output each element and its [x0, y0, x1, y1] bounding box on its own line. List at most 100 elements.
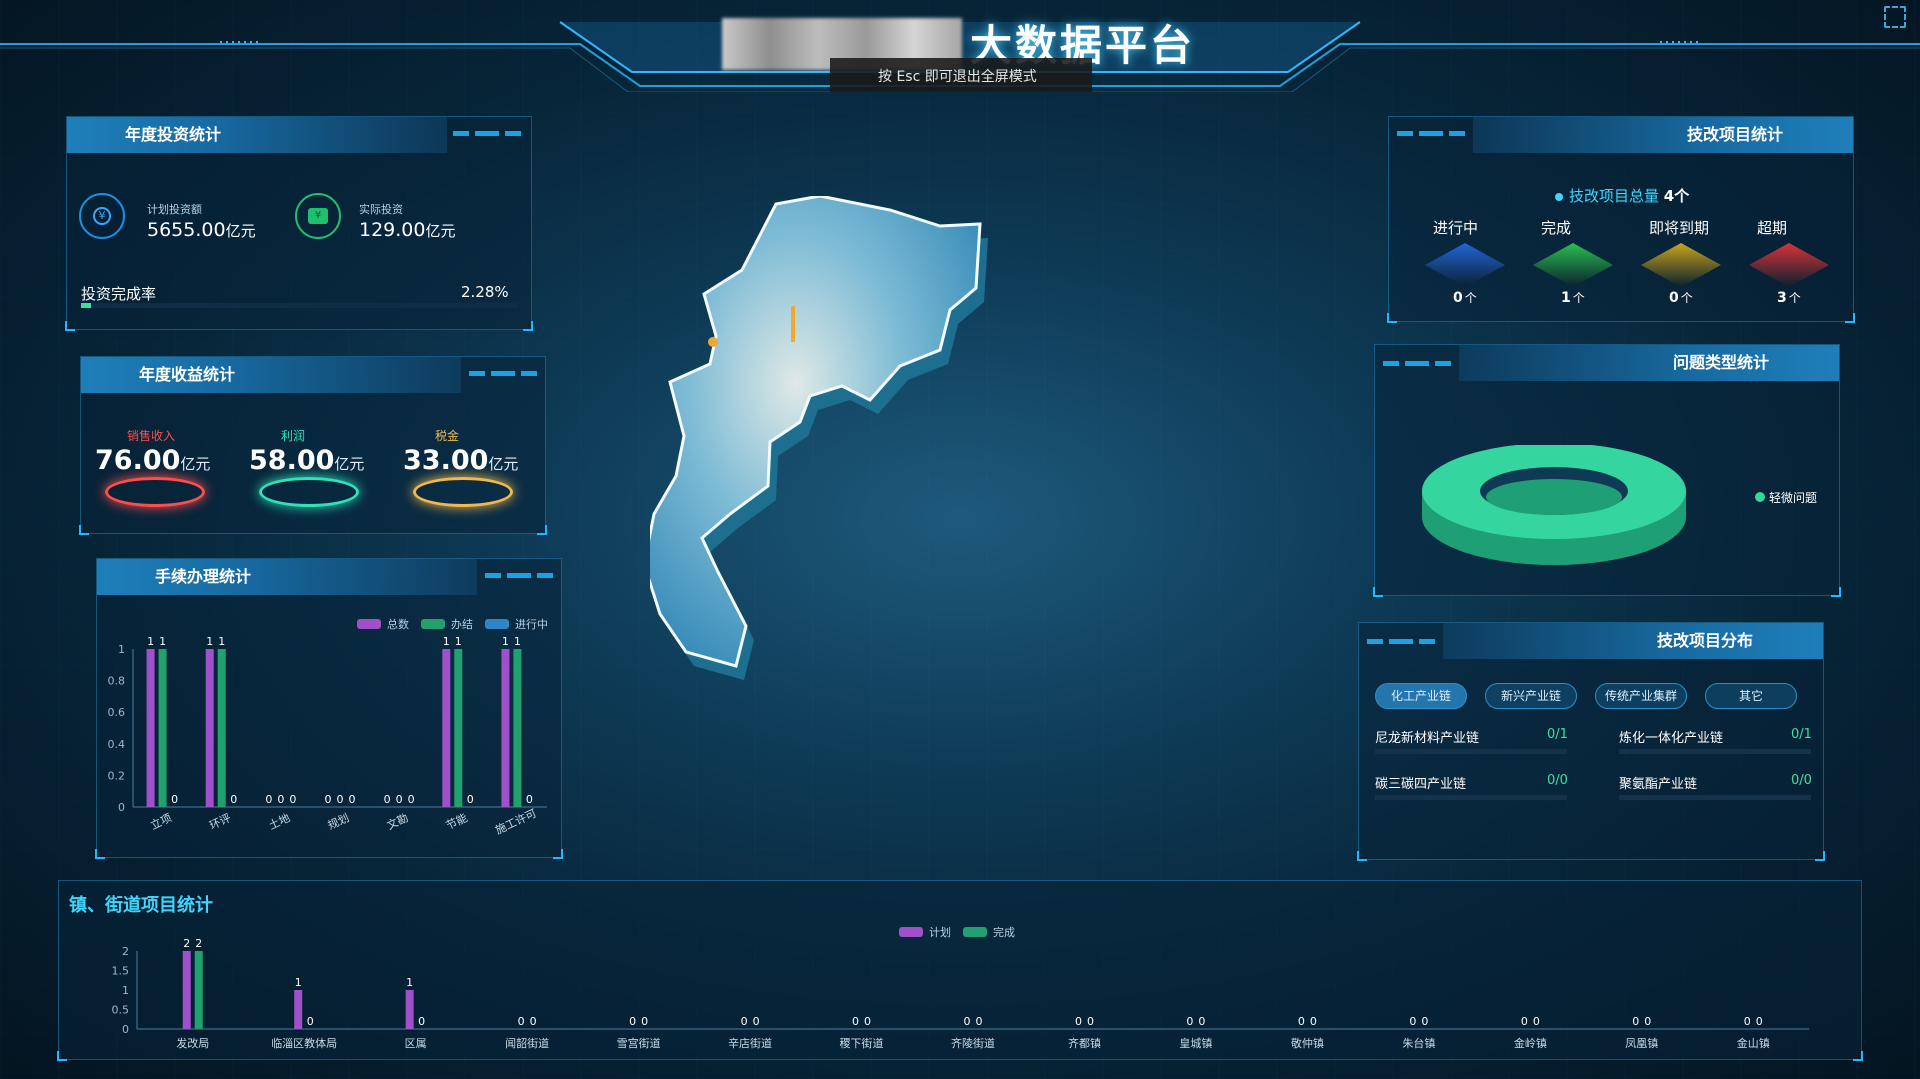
legend-swatch [357, 619, 381, 629]
map-shape [650, 196, 982, 668]
data-label: 0 [1075, 1015, 1082, 1028]
x-tick-label: 立项 [148, 810, 174, 832]
warning-icon [1641, 243, 1721, 287]
revenue-number: 76.00 [95, 445, 181, 476]
data-label: 0 [171, 793, 178, 806]
y-tick-label: 0.8 [108, 675, 126, 688]
status-count-0: 0个 [1453, 289, 1477, 306]
procedures-panel: 手续办理统计 0 0.2 0.4 0.6 0.8 1 立项 1 1 0 环评 1 1 0 土地 0 0 0 规划 0 0… [95, 558, 563, 859]
revenue-number: 33.00 [403, 445, 489, 476]
dist-item-track-0 [1375, 749, 1567, 754]
legend-label: 进行中 [515, 618, 548, 631]
problem-legend: 轻微问题 [1755, 489, 1817, 506]
revenue-value-1: 58.00亿元 [249, 445, 364, 476]
panel-title: 年度收益统计 [81, 357, 461, 393]
data-label: 0 [277, 793, 284, 806]
status-label-0: 进行中 [1433, 219, 1479, 237]
status-count-unit: 个 [1464, 291, 1477, 305]
tech-projects-panel: 技改项目统计 技改项目总量 4个 进行中 0 个完成 1 个即将到期 0 个超期 3 个 [1387, 116, 1855, 323]
fullscreen-tooltip: 按 Esc 即可退出全屏模式 [830, 58, 1092, 92]
dist-item-value-2: 0/0 [1547, 773, 1568, 788]
data-label: 0 [1186, 1015, 1193, 1028]
revenue-unit: 亿元 [334, 455, 365, 473]
dist-item-value-3: 0/0 [1791, 773, 1812, 788]
data-label: 0 [1521, 1015, 1528, 1028]
legend-label: 完成 [993, 925, 1015, 939]
tab-0[interactable]: 化工产业链 [1375, 683, 1467, 709]
data-label: 0 [518, 1015, 525, 1028]
x-tick-label: 区属 [405, 1037, 427, 1050]
y-tick-label: 0.4 [108, 738, 126, 751]
data-label: 0 [753, 1015, 760, 1028]
fullscreen-icon[interactable] [1884, 6, 1906, 28]
x-tick-label: 环评 [208, 811, 233, 832]
panel-title: 手续办理统计 [97, 559, 477, 595]
data-label: 0 [964, 1015, 971, 1028]
x-tick-label: 稷下街道 [840, 1036, 884, 1050]
data-label: 1 [455, 635, 462, 648]
x-tick-label: 闻韶街道 [505, 1036, 549, 1050]
legend-swatch [963, 927, 987, 937]
annual-investment-panel: 年度投资统计 ¥ 计划投资额 5655.00亿元 ¥ 实际投资 129.00亿元… [65, 116, 533, 331]
data-label: 0 [289, 793, 296, 806]
dist-item-track-2 [1375, 795, 1567, 800]
legend-dot-icon [1755, 492, 1765, 502]
dist-item-value-0: 0/1 [1547, 727, 1568, 742]
revenue-value-0: 76.00亿元 [95, 445, 210, 476]
procedures-chart: 00.20.40.60.81立项1 10环评1 10土地0 0 0规划0 0 0文勘0 0 0节… [108, 617, 549, 837]
panel-title: 技改项目统计 [1473, 117, 1853, 153]
status-label-1: 完成 [1541, 219, 1572, 237]
tab-3[interactable]: 其它 [1705, 683, 1797, 709]
rate-progress-track [81, 303, 517, 308]
status-label-2: 即将到期 [1649, 219, 1710, 237]
region-map[interactable] [650, 196, 1210, 771]
revenue-number: 58.00 [249, 445, 335, 476]
status-count-value: 1 [1561, 290, 1571, 306]
bar [405, 990, 414, 1029]
data-label: 0 [230, 793, 237, 806]
revenue-unit: 亿元 [488, 455, 519, 473]
hourglass-icon [1425, 243, 1505, 287]
bar [194, 951, 203, 1029]
data-label: 0 [325, 793, 332, 806]
x-tick-label: 凤凰镇 [1625, 1036, 1658, 1050]
data-label: 0 [396, 793, 403, 806]
data-label: 0 [307, 1015, 314, 1028]
data-label: 0 [530, 1015, 537, 1028]
revenue-label-0: 销售收入 [127, 429, 176, 443]
dist-item-name-0: 尼龙新材料产业链 [1375, 731, 1480, 746]
revenue-label-2: 税金 [435, 429, 460, 443]
actual-value: 129.00亿元 [359, 219, 456, 241]
status-count-unit: 个 [1788, 291, 1801, 305]
data-label: 0 [1644, 1015, 1651, 1028]
data-label: 0 [1298, 1015, 1305, 1028]
town-stats-chart: 00.511.52发改局2 2临淄区教体局10区属10闻韶街道0 0雪宫街道0 0辛店… [112, 925, 1809, 1050]
y-tick-label: 1 [118, 643, 125, 656]
tab-1[interactable]: 新兴产业链 [1485, 683, 1577, 709]
problem-donut-chart [1422, 445, 1686, 565]
distribution-panel: 技改项目分布 化工产业链 新兴产业链 传统产业集群 其它 尼龙新材料产业链 0/1 炼化一… [1357, 622, 1825, 861]
data-label: 0 [741, 1015, 748, 1028]
data-label: 0 [1632, 1015, 1639, 1028]
x-tick-label: 辛店街道 [728, 1036, 772, 1050]
y-tick-label: 1 [122, 984, 129, 997]
dot-icon [1555, 193, 1563, 201]
bar [217, 649, 226, 807]
rate-value: 2.28% [461, 283, 509, 301]
data-label: 0 [349, 793, 356, 806]
data-label: 0 [526, 793, 533, 806]
legend-swatch [899, 927, 923, 937]
data-label: 0 [629, 1015, 636, 1028]
yuan-coin-icon: ¥ [79, 193, 125, 239]
data-label: 1 [218, 635, 225, 648]
data-label: 0 [1409, 1015, 1416, 1028]
data-label: 0 [1756, 1015, 1763, 1028]
tab-2[interactable]: 传统产业集群 [1595, 683, 1687, 709]
y-tick-label: 2 [122, 945, 129, 958]
clipboard-check-icon [1533, 243, 1613, 287]
legend-label: 计划 [929, 926, 951, 939]
planned-value: 5655.00亿元 [147, 219, 256, 241]
data-label: 1 [502, 635, 509, 648]
data-label: 0 [1310, 1015, 1317, 1028]
panel-title: 年度投资统计 [67, 117, 447, 153]
